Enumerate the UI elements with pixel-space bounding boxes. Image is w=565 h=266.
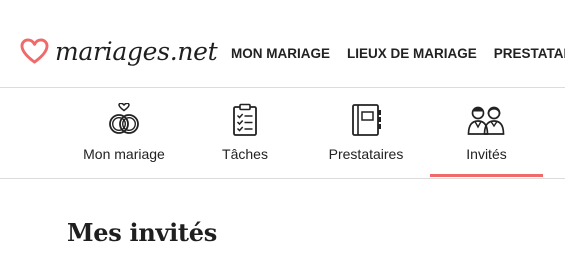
guests-icon: [467, 106, 505, 135]
page-title: Mes invités: [67, 218, 217, 247]
tab-label: Prestataires: [328, 146, 404, 162]
tab-mon-mariage[interactable]: Mon mariage: [68, 88, 180, 178]
tab-label: Mon mariage: [83, 146, 165, 162]
active-tab-indicator: [430, 174, 543, 177]
main-nav-item-lieux-de-mariage[interactable]: LIEUX DE MARIAGE: [347, 46, 477, 61]
tab-taches[interactable]: Tâches: [200, 88, 290, 178]
section-tab-bar: Mon mariage Tâches Prestataires Invités: [0, 88, 565, 179]
tab-invites[interactable]: Invités: [430, 88, 543, 178]
wedding-rings-icon: [109, 103, 139, 134]
address-book-icon: [352, 104, 381, 136]
logo-text: mariages.net: [55, 36, 218, 66]
main-nav-item-mon-mariage[interactable]: MON MARIAGE: [231, 46, 330, 61]
clipboard-checklist-icon: [233, 103, 257, 136]
main-nav-item-prestataires[interactable]: PRESTATAIRES: [494, 46, 565, 61]
site-logo[interactable]: mariages.net: [20, 34, 218, 68]
main-nav: MON MARIAGE LIEUX DE MARIAGE PRESTATAIRE…: [231, 46, 565, 61]
top-header: mariages.net MON MARIAGE LIEUX DE MARIAG…: [0, 0, 565, 88]
tab-prestataires[interactable]: Prestataires: [315, 88, 417, 178]
tab-label: Tâches: [222, 146, 268, 162]
tab-label: Invités: [466, 146, 507, 162]
page: mariages.net MON MARIAGE LIEUX DE MARIAG…: [0, 0, 565, 266]
heart-logo-icon: [20, 37, 49, 64]
